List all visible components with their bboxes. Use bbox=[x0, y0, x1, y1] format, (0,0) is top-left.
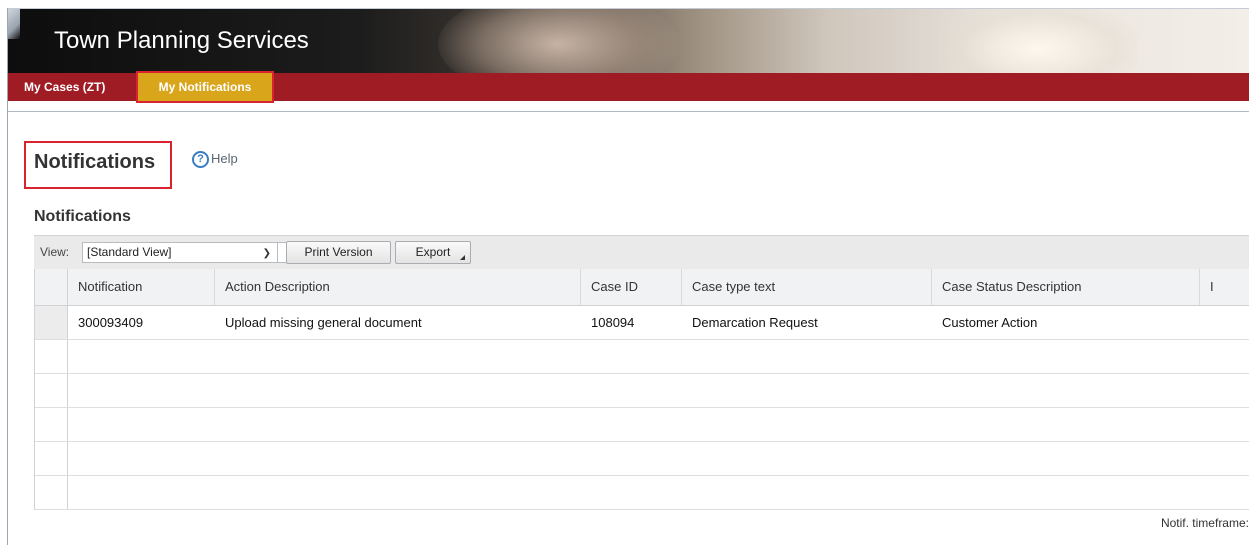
section-title: Notifications bbox=[34, 208, 131, 225]
view-select-dropdown[interactable]: [Standard View] ❯ bbox=[82, 242, 298, 263]
notifications-table: Notification Action Description Case ID … bbox=[34, 269, 1249, 510]
cell-case-id: 108094 bbox=[591, 315, 635, 330]
row-selector bbox=[35, 442, 68, 475]
empty-table-row bbox=[35, 408, 1249, 442]
cell-action-description: Upload missing general document bbox=[225, 315, 422, 330]
dropdown-triangle-icon bbox=[460, 255, 465, 260]
page-title: Notifications bbox=[34, 151, 156, 173]
banner-photo-hand bbox=[438, 9, 678, 73]
row-selector bbox=[35, 408, 68, 441]
column-header-truncated[interactable]: I bbox=[1200, 269, 1249, 305]
notification-timeframe-label: Notif. timeframe: bbox=[1160, 516, 1249, 530]
nav-tab-my-cases[interactable]: My Cases (ZT) bbox=[24, 73, 105, 101]
row-selector[interactable] bbox=[35, 306, 68, 339]
top-navigation-bar: My Cases (ZT) My Notifications bbox=[8, 71, 1249, 103]
column-header-case-type-text[interactable]: Case type text bbox=[682, 269, 932, 305]
empty-table-row bbox=[35, 476, 1249, 510]
view-label: View: bbox=[40, 245, 70, 259]
nav-tab-my-notifications[interactable]: My Notifications bbox=[136, 71, 274, 103]
print-version-button[interactable]: Print Version bbox=[286, 241, 391, 264]
row-selector bbox=[35, 340, 68, 373]
empty-table-row bbox=[35, 442, 1249, 476]
table-toolbar: View: [Standard View] ❯ Print Version Ex… bbox=[34, 235, 1249, 269]
cell-truncated bbox=[1200, 306, 1249, 339]
table-row[interactable]: 300093409 Upload missing general documen… bbox=[35, 306, 1249, 340]
column-header-case-id[interactable]: Case ID bbox=[581, 269, 682, 305]
chevron-down-icon: ❯ bbox=[262, 248, 271, 259]
toolbar-separator bbox=[277, 242, 278, 263]
row-selector bbox=[35, 476, 68, 509]
column-header-notification[interactable]: Notification bbox=[68, 269, 215, 305]
export-button-label: Export bbox=[415, 245, 451, 259]
app-title: Town Planning Services bbox=[54, 27, 309, 54]
banner-photo-highlight bbox=[938, 9, 1138, 73]
table-header-row: Notification Action Description Case ID … bbox=[35, 269, 1249, 306]
export-button[interactable]: Export bbox=[395, 241, 471, 264]
app-header-banner: Town Planning Services bbox=[8, 9, 1249, 73]
cell-case-type-text: Demarcation Request bbox=[692, 315, 818, 330]
view-select-value: [Standard View] bbox=[87, 245, 172, 259]
column-header-action-description[interactable]: Action Description bbox=[215, 269, 581, 305]
select-all-cell[interactable] bbox=[35, 269, 68, 305]
empty-table-row bbox=[35, 374, 1249, 408]
nav-divider bbox=[8, 111, 1249, 112]
help-link[interactable]: Help bbox=[211, 151, 238, 166]
help-icon[interactable]: ? bbox=[192, 151, 209, 168]
row-selector bbox=[35, 374, 68, 407]
cell-notification: 300093409 bbox=[78, 315, 144, 330]
cell-case-status-description: Customer Action bbox=[942, 315, 1038, 330]
banner-corner-graphic bbox=[8, 9, 20, 39]
empty-table-row bbox=[35, 340, 1249, 374]
column-header-case-status-description[interactable]: Case Status Description bbox=[932, 269, 1200, 305]
